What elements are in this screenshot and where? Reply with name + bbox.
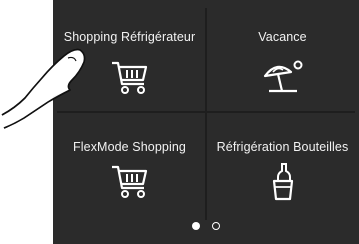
beach-umbrella-sun-icon [261,58,305,101]
tile-vacance[interactable]: Vacance [206,0,359,112]
tile-flexmode-shopping[interactable]: FlexMode Shopping [53,112,206,224]
shopping-cart-icon [110,58,150,101]
mode-panel: Shopping Réfrigérateur Vacance FlexMode … [53,0,359,244]
tile-label: Vacance [258,30,307,44]
page-indicator [53,217,359,235]
page-dot-inactive[interactable] [212,222,221,230]
shopping-cart-icon [110,162,150,205]
tile-shopping-refrigerateur[interactable]: Shopping Réfrigérateur [53,0,206,112]
bottle-cooler-icon [268,162,298,207]
page-dot-active[interactable] [191,222,200,230]
tile-label: Shopping Réfrigérateur [63,30,196,44]
tile-label: Réfrigération Bouteilles [216,140,349,154]
tile-refrigeration-bouteilles[interactable]: Réfrigération Bouteilles [206,112,359,224]
tile-label: FlexMode Shopping [73,140,186,154]
